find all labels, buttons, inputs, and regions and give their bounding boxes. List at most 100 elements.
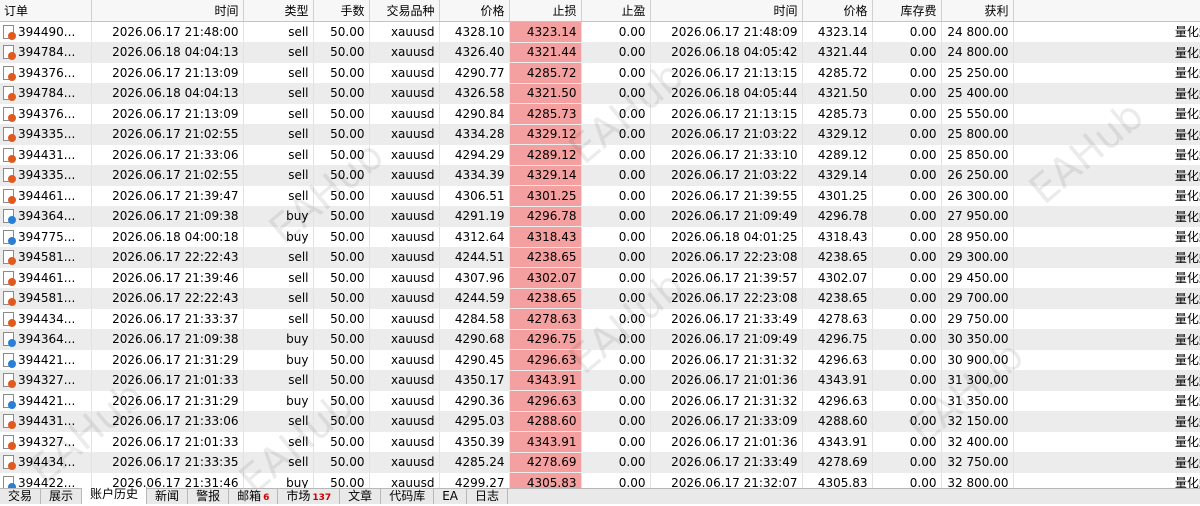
- column-header-swap[interactable]: 库存费: [872, 0, 942, 22]
- tab-label: 新闻: [155, 489, 180, 503]
- cell-symbol: xauusd: [369, 21, 440, 43]
- order-id: 394434...: [18, 311, 76, 326]
- order-id: 394376...: [18, 106, 76, 121]
- cell-type: sell: [243, 62, 314, 84]
- cell-close-price: 4305.83: [802, 472, 873, 488]
- cell-profit: 25 250.00: [941, 62, 1014, 84]
- cell-open-time: 2026.06.17 21:33:06: [91, 144, 244, 166]
- table-row[interactable]: 394431... 2026.06.17 21:33:06 sell 50.00 xau…: [0, 411, 1200, 432]
- tab-7[interactable]: 文章: [340, 489, 382, 504]
- tab-5[interactable]: 邮箱 6: [229, 489, 279, 504]
- cell-order: 394422...: [0, 472, 92, 488]
- cell-close-price: 4323.14: [802, 21, 873, 43]
- cell-volume: 50.00: [313, 349, 370, 371]
- cell-open-time: 2026.06.17 21:02:55: [91, 165, 244, 186]
- table-row[interactable]: 394327... 2026.06.17 21:01:33 sell 50.00 xau…: [0, 370, 1200, 391]
- tab-label: 邮箱: [237, 489, 262, 503]
- column-header-symbol[interactable]: 交易品种: [369, 0, 440, 22]
- cell-open-price: 4326.40: [439, 42, 510, 63]
- cell-profit: 25 400.00: [941, 83, 1014, 104]
- column-header-type[interactable]: 类型: [243, 0, 314, 22]
- tab-label: 账户历史: [90, 487, 139, 501]
- sell-order-icon: [3, 86, 16, 102]
- cell-open-price: 4328.10: [439, 21, 510, 43]
- cell-profit: 28 950.00: [941, 226, 1014, 248]
- table-row[interactable]: 394421... 2026.06.17 21:31:29 buy 50.00 xauu…: [0, 349, 1200, 371]
- table-row[interactable]: 394364... 2026.06.17 21:09:38 buy 50.00 xauu…: [0, 206, 1200, 227]
- tab-label: 日志: [475, 489, 500, 503]
- table-row[interactable]: 394327... 2026.06.17 21:01:33 sell 50.00 xau…: [0, 431, 1200, 453]
- table-row[interactable]: 394775... 2026.06.18 04:00:18 buy 50.00 xauu…: [0, 226, 1200, 248]
- order-id: 394421...: [18, 393, 76, 408]
- tab-9[interactable]: EA: [434, 489, 467, 504]
- tab-label: 代码库: [389, 489, 426, 503]
- column-header-take-profit[interactable]: 止盈: [581, 0, 651, 22]
- table-row[interactable]: 394421... 2026.06.17 21:31:29 buy 50.00 xauu…: [0, 390, 1200, 412]
- table-row[interactable]: 394422... 2026.06.17 21:31:46 buy 50.00 xauu…: [0, 472, 1200, 488]
- cell-close-price: 4321.44: [802, 42, 873, 63]
- cell-stop-loss: 4318.43: [509, 226, 582, 248]
- cell-close-price: 4238.65: [802, 247, 873, 268]
- tab-6[interactable]: 市场 137: [278, 489, 341, 504]
- table-row[interactable]: 394434... 2026.06.17 21:33:35 sell 50.00 xau…: [0, 452, 1200, 473]
- column-header-profit[interactable]: 获利: [941, 0, 1014, 22]
- cell-take-profit: 0.00: [581, 267, 651, 289]
- column-header-stop-loss[interactable]: 止损: [509, 0, 582, 22]
- cell-open-price: 4291.19: [439, 206, 510, 227]
- cell-type: buy: [243, 329, 314, 350]
- cell-symbol: xauusd: [369, 288, 440, 309]
- table-row[interactable]: 394784... 2026.06.18 04:04:13 sell 50.00 xau…: [0, 42, 1200, 63]
- cell-symbol: xauusd: [369, 431, 440, 453]
- tab-4[interactable]: 警报: [188, 489, 230, 504]
- column-header-close-price[interactable]: 价格: [802, 0, 873, 22]
- cell-volume: 50.00: [313, 308, 370, 330]
- column-header-volume[interactable]: 手数: [313, 0, 370, 22]
- cell-close-price: 4301.25: [802, 185, 873, 207]
- cell-close-price: 4278.63: [802, 308, 873, 330]
- cell-close-time: 2026.06.18 04:05:44: [650, 83, 803, 104]
- cell-close-time: 2026.06.17 21:03:22: [650, 124, 803, 145]
- table-row[interactable]: 394784... 2026.06.18 04:04:13 sell 50.00 xau…: [0, 83, 1200, 104]
- buy-order-icon: [3, 229, 16, 245]
- tab-10[interactable]: 日志: [467, 489, 509, 504]
- cell-type: sell: [243, 452, 314, 473]
- cell-open-price: 4290.77: [439, 62, 510, 84]
- table-row[interactable]: 394490... 2026.06.17 21:48:00 sell 50.00 xau…: [0, 21, 1200, 43]
- tab-2[interactable]: 账户历史: [82, 487, 148, 504]
- cell-swap: 0.00: [872, 472, 942, 488]
- cell-stop-loss: 4343.91: [509, 370, 582, 391]
- table-row[interactable]: 394461... 2026.06.17 21:39:46 sell 50.00 xau…: [0, 267, 1200, 289]
- cell-order: 394364...: [0, 329, 92, 350]
- cell-close-price: 4343.91: [802, 431, 873, 453]
- cell-close-time: 2026.06.17 21:31:32: [650, 349, 803, 371]
- column-header-open-price[interactable]: 价格: [439, 0, 510, 22]
- tab-3[interactable]: 新闻: [147, 489, 189, 504]
- table-row[interactable]: 394581... 2026.06.17 22:22:43 sell 50.00 xau…: [0, 288, 1200, 309]
- cell-stop-loss: 4321.44: [509, 42, 582, 63]
- column-header-order[interactable]: 订单: [0, 0, 92, 22]
- tab-8[interactable]: 代码库: [381, 489, 435, 504]
- cell-take-profit: 0.00: [581, 103, 651, 125]
- cell-type: buy: [243, 206, 314, 227]
- cell-stop-loss: 4329.14: [509, 165, 582, 186]
- table-row[interactable]: 394335... 2026.06.17 21:02:55 sell 50.00 xau…: [0, 165, 1200, 186]
- order-id: 394335...: [18, 127, 76, 142]
- tab-0[interactable]: 交易: [0, 489, 42, 504]
- cell-swap: 0.00: [872, 247, 942, 268]
- table-row[interactable]: 394376... 2026.06.17 21:13:09 sell 50.00 xau…: [0, 103, 1200, 125]
- table-row[interactable]: 394431... 2026.06.17 21:33:06 sell 50.00 xau…: [0, 144, 1200, 166]
- table-row[interactable]: 394581... 2026.06.17 22:22:43 sell 50.00 xau…: [0, 247, 1200, 268]
- cell-close-time: 2026.06.17 21:33:10: [650, 144, 803, 166]
- column-header-open-time[interactable]: 时间: [91, 0, 244, 22]
- table-row[interactable]: 394376... 2026.06.17 21:13:09 sell 50.00 xau…: [0, 62, 1200, 84]
- cell-order: 394327...: [0, 370, 92, 391]
- buy-order-icon: [3, 352, 16, 368]
- column-header-comment[interactable]: 注: [1013, 0, 1200, 22]
- tab-1[interactable]: 展示: [41, 489, 83, 504]
- table-row[interactable]: 394364... 2026.06.17 21:09:38 buy 50.00 xauu…: [0, 329, 1200, 350]
- column-header-close-time[interactable]: 时间: [650, 0, 803, 22]
- table-row[interactable]: 394461... 2026.06.17 21:39:47 sell 50.00 xau…: [0, 185, 1200, 207]
- table-row[interactable]: 394434... 2026.06.17 21:33:37 sell 50.00 xau…: [0, 308, 1200, 330]
- table-row[interactable]: 394335... 2026.06.17 21:02:55 sell 50.00 xau…: [0, 124, 1200, 145]
- order-id: 394421...: [18, 352, 76, 367]
